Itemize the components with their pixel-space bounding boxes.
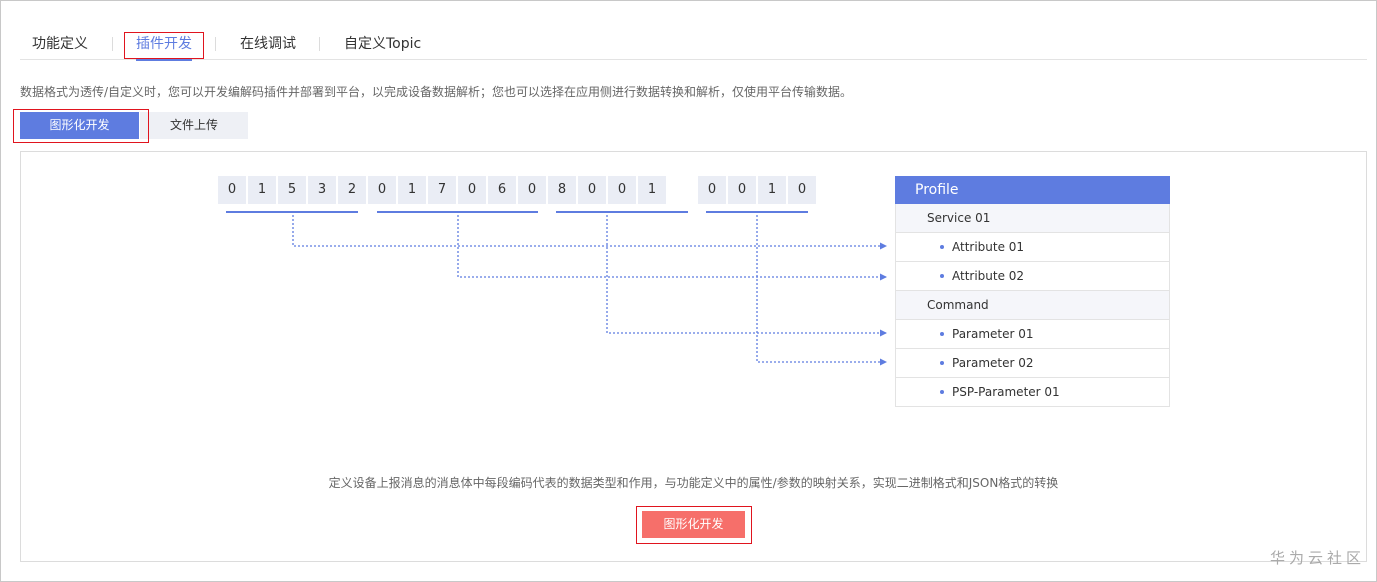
byte-cell: 0 [698, 176, 726, 204]
byte-cell: 8 [548, 176, 576, 204]
byte-cell: 0 [458, 176, 486, 204]
attribute-label: Attribute 02 [952, 269, 1025, 283]
profile-attribute-row: Attribute 01 [895, 233, 1170, 262]
bullet-icon [940, 390, 944, 394]
watermark: 华为云社区 [1269, 549, 1365, 567]
byte-cell: 0 [728, 176, 756, 204]
tab-plugin-development[interactable]: 插件开发 [136, 30, 192, 61]
command-label: Command [927, 298, 989, 312]
byte-cell: 0 [368, 176, 396, 204]
byte-cell: 0 [578, 176, 606, 204]
field-underline [706, 211, 808, 213]
mapping-description: 定义设备上报消息的消息体中每段编码代表的数据类型和作用，与功能定义中的属性/参数… [328, 476, 1059, 490]
byte-cell: 1 [758, 176, 786, 204]
tab-custom-topic[interactable]: 自定义Topic [344, 30, 421, 60]
service-label: Service 01 [927, 211, 991, 225]
profile-title: Profile [895, 176, 1170, 204]
byte-cell: 2 [338, 176, 366, 204]
tab-online-debug[interactable]: 在线调试 [240, 30, 296, 60]
byte-cell: 3 [308, 176, 336, 204]
profile-attribute-row: Attribute 02 [895, 262, 1170, 291]
active-tab-underline [136, 59, 192, 61]
byte-cell: 1 [248, 176, 276, 204]
tab-bar: 功能定义 插件开发 在线调试 自定义Topic [20, 30, 1367, 61]
attribute-label: Attribute 01 [952, 240, 1025, 254]
bullet-icon [940, 245, 944, 249]
tab-function-definition[interactable]: 功能定义 [32, 30, 88, 60]
field-underline [377, 211, 538, 213]
graphical-development-button[interactable]: 图形化开发 [20, 112, 139, 139]
bullet-icon [940, 361, 944, 365]
profile-service-row: Service 01 [895, 204, 1170, 233]
file-upload-button[interactable]: 文件上传 [140, 112, 248, 139]
tab-divider [112, 37, 113, 51]
parameter-label: Parameter 02 [952, 356, 1034, 370]
byte-cell: 0 [788, 176, 816, 204]
tab-plugin-development-label: 插件开发 [136, 36, 192, 52]
profile-table: Profile Service 01 Attribute 01 Attribut… [895, 176, 1170, 407]
parameter-label: Parameter 01 [952, 327, 1034, 341]
start-graphical-development-button[interactable]: 图形化开发 [642, 511, 745, 538]
parameter-label: PSP-Parameter 01 [952, 385, 1060, 399]
byte-cell: 7 [428, 176, 456, 204]
profile-command-row: Command [895, 291, 1170, 320]
profile-parameter-row: Parameter 02 [895, 349, 1170, 378]
byte-cell: 0 [608, 176, 636, 204]
byte-cell: 5 [278, 176, 306, 204]
field-underline [226, 211, 358, 213]
byte-cell: 1 [398, 176, 426, 204]
byte-cell: 0 [218, 176, 246, 204]
profile-parameter-row: PSP-Parameter 01 [895, 378, 1170, 407]
byte-cell: 1 [638, 176, 666, 204]
byte-cell: 0 [518, 176, 546, 204]
tab-divider [319, 37, 320, 51]
bullet-icon [940, 332, 944, 336]
profile-parameter-row: Parameter 01 [895, 320, 1170, 349]
byte-cell: 6 [488, 176, 516, 204]
field-underline [556, 211, 688, 213]
tab-divider [215, 37, 216, 51]
plugin-description: 数据格式为透传/自定义时，您可以开发编解码插件并部署到平台，以完成设备数据解析；… [20, 85, 853, 99]
bullet-icon [940, 274, 944, 278]
